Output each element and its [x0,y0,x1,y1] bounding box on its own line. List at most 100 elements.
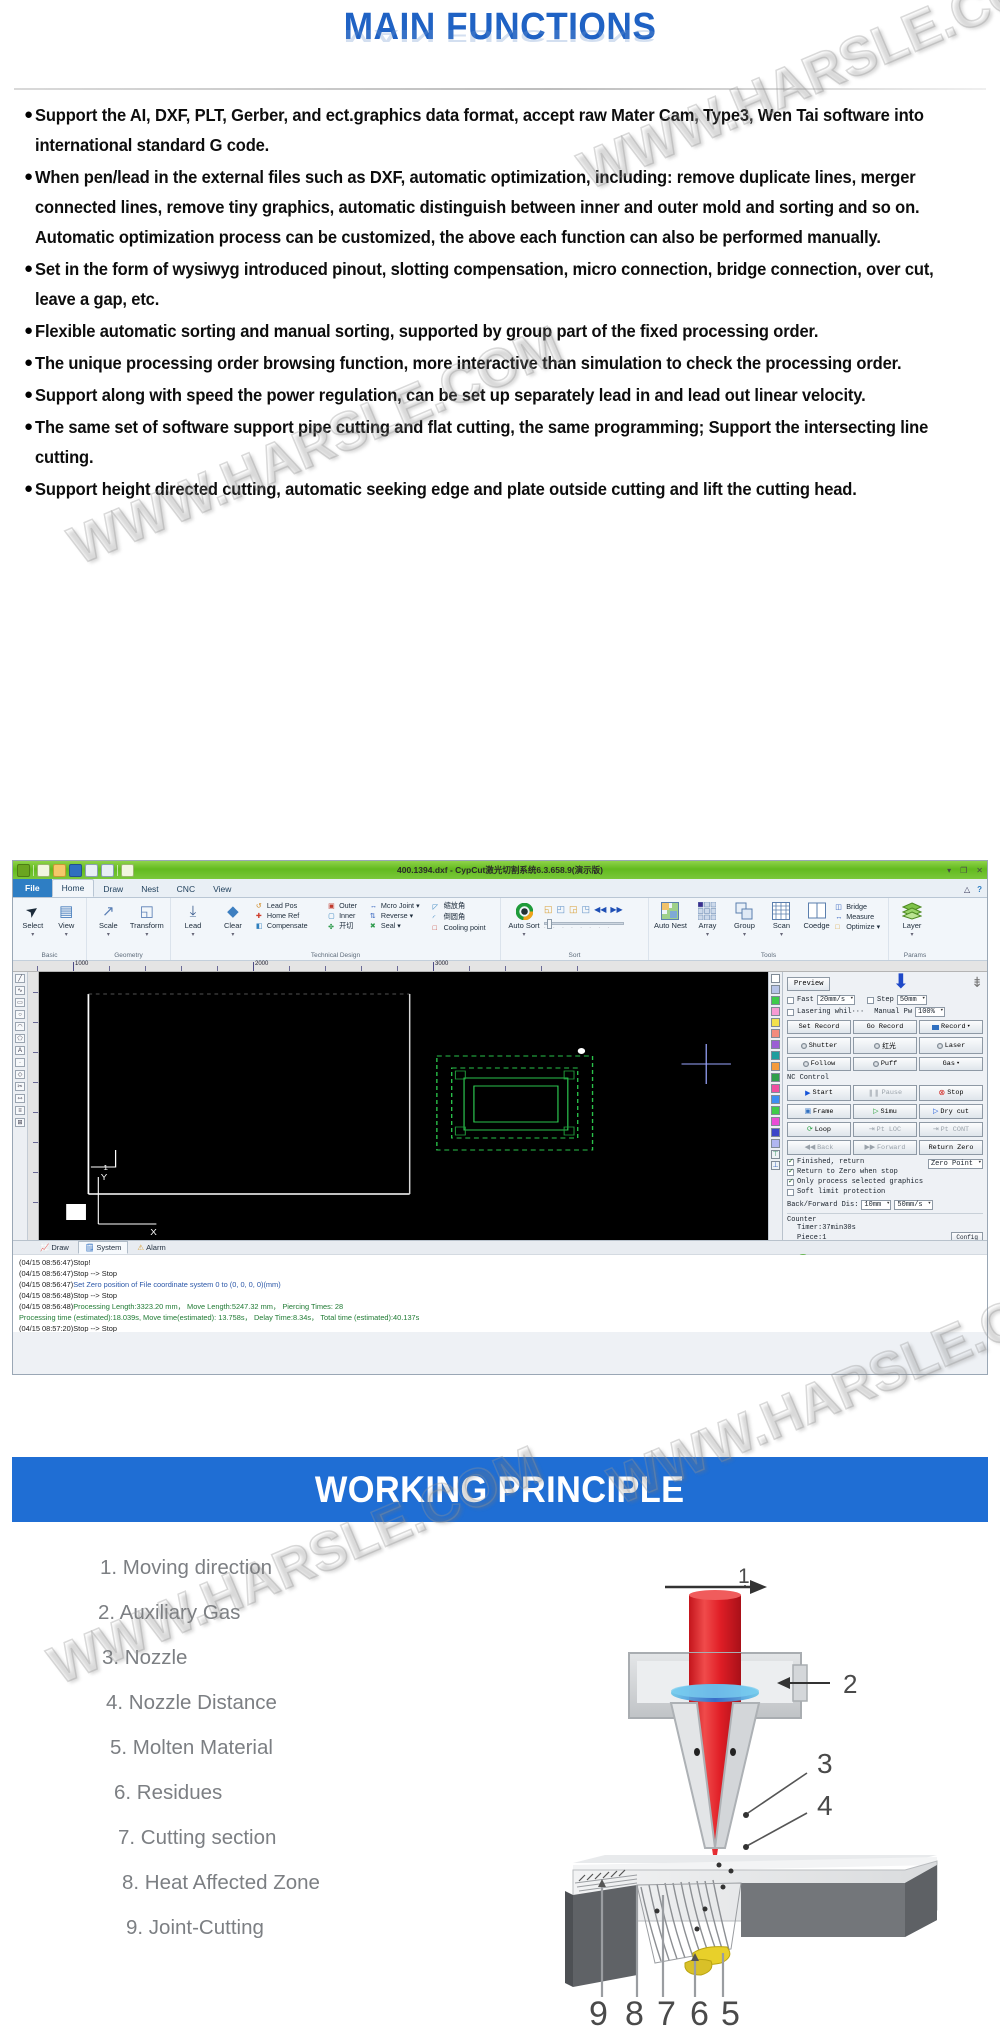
sort-slider[interactable] [544,919,624,929]
layer-swatch[interactable] [771,1062,780,1071]
ribbon-toolbar[interactable]: ➤ Select ▾ ▤ View ▾ Basic ↗ Scale ▾ ◱ Tr… [13,898,987,961]
clear-button[interactable]: ◆ Clear ▾ [214,900,252,938]
frame-button[interactable]: ▣ Frame [787,1104,851,1119]
sort-order-4-icon[interactable]: ◳ [582,904,591,915]
ribbon-tab-bar[interactable]: File Home Draw Nest CNC View △ ? [13,879,987,898]
nc-run-group[interactable]: ▶ Start ❚❚ Pause ⊗ Stop [787,1085,983,1101]
drawing-canvas[interactable]: Y X 1 [39,972,768,1240]
cnc-control-panel[interactable]: Preview ⬇ ⇟ Fast 20mm/s Step 50mm Laseri… [782,972,987,1255]
scale-button[interactable]: ↗ Scale ▾ [90,900,127,938]
only-selected-checkbox[interactable] [787,1177,794,1186]
mirror-tool-icon[interactable]: ⇿ [15,1094,25,1103]
next-icon[interactable]: ▶▶ [610,905,622,914]
chevron-down-icon[interactable]: ▾ [416,901,420,910]
maximize-icon[interactable]: ❐ [960,866,967,875]
nc-mode-group[interactable]: ▣ Frame ▷ Simu ▷ Dry cut [787,1104,983,1119]
minimize-icon[interactable]: ▾ [947,866,951,875]
cypcut-application-window[interactable]: 400.1394.dxf - CypCut激光切割系统6.3.658.9(演示版… [12,860,988,1375]
set-record-button[interactable]: Set Record [787,1020,851,1034]
chevron-down-icon[interactable]: ▼ [957,1062,959,1066]
return-zero-button[interactable]: Return Zero [919,1140,983,1155]
scale-corner-button[interactable]: ◸ 缩放角 [431,901,497,911]
select-button[interactable]: ➤ Select ▾ [16,900,50,938]
collapse-ribbon-icon[interactable]: △ [964,885,970,894]
circle-tool-icon[interactable]: ○ [15,1010,25,1019]
auto-nest-button[interactable]: Auto Nest [652,900,689,931]
tab-cnc[interactable]: CNC [168,881,204,897]
prev-icon[interactable]: ◀◀ [594,905,606,914]
inner-button[interactable]: ▢ Inner [326,911,366,920]
chevron-down-icon[interactable]: ▾ [522,931,525,938]
coedge-button[interactable]: Coedge [800,900,833,931]
layer-swatch[interactable] [771,1040,780,1049]
option-row[interactable]: Return to Zero when stop [787,1167,923,1176]
simu-button[interactable]: ▷ Simu [853,1104,917,1119]
seal-button[interactable]: ✖ Seal ▾ [368,921,429,930]
record-button-group[interactable]: Set Record Go Record Record ▼ [787,1020,983,1034]
layer-swatch[interactable] [771,996,780,1005]
down-arrow-icon[interactable]: ⬇ [892,973,909,993]
new-file-icon[interactable] [37,863,50,877]
layer-swatch[interactable] [771,974,780,983]
undo-icon[interactable] [85,863,98,877]
open-folder-icon[interactable] [53,863,66,877]
lasering-while-checkbox[interactable] [787,1008,794,1016]
chevron-down-icon[interactable]: ▾ [65,931,68,938]
customize-qat-icon[interactable] [121,863,134,877]
drawing-toolbar[interactable]: ╱ ∿ ▭ ○ ◠ ⬠ A · ◇ ✂ ⇿ ≡ ⊞ [13,972,28,1240]
layer-swatch[interactable] [771,1007,780,1016]
laser-button-group[interactable]: Shutter 红光 Laser [787,1037,983,1054]
sort-order-3-icon[interactable]: ◲ [569,904,578,915]
step-checkbox[interactable] [867,996,875,1004]
preview-button[interactable]: Preview [787,976,831,991]
red-light-button[interactable]: 红光 [853,1037,917,1054]
back-forward-speed-select[interactable]: 50mm/s [894,1200,933,1210]
tab-alarm-log[interactable]: ⚠ Alarm [130,1241,172,1254]
fast-row[interactable]: Fast 20mm/s Step 50mm [787,995,983,1005]
reverse-button[interactable]: ⇅ Reverse ▾ [368,911,429,920]
pt-cont-button[interactable]: ⇥ Pt CONT [919,1122,983,1137]
chevron-down-icon[interactable]: ▾ [397,921,401,930]
rect-tool-icon[interactable]: ▭ [15,998,25,1007]
nc-move-group[interactable]: ◀◀ Back ▶▶ Forward Return Zero [787,1140,983,1155]
arc-tool-icon[interactable]: ◠ [15,1022,25,1031]
layer-swatch[interactable] [771,1139,780,1148]
layer-swatch[interactable] [771,1095,780,1104]
layer-swatch[interactable] [771,1018,780,1027]
chevron-down-icon[interactable]: ▾ [910,931,913,938]
start-button[interactable]: ▶ Start [787,1085,851,1101]
layer-swatch[interactable] [771,1029,780,1038]
layer-swatch[interactable] [771,1051,780,1060]
puff-button[interactable]: Puff [853,1057,917,1071]
back-forward-distance-select[interactable]: 10mm [861,1200,892,1210]
sort-order-1-icon[interactable]: ◱ [544,904,553,915]
chevron-down-icon[interactable]: ▾ [145,931,148,938]
loop-button[interactable]: ⟳ Loop [787,1122,851,1137]
bottom-tab-bar[interactable]: 📈 Draw 🗒 System ⚠ Alarm [13,1240,987,1254]
chevron-down-icon[interactable]: ▾ [743,931,746,938]
chevron-down-icon[interactable]: ▾ [107,931,110,938]
chevron-down-icon[interactable]: ▾ [31,931,34,938]
cutting-head-icon[interactable]: ⇟ [971,975,983,992]
chevron-down-icon[interactable]: ▾ [231,931,234,938]
quick-access-toolbar[interactable] [13,863,134,877]
dry-cut-button[interactable]: ▷ Dry cut [919,1104,983,1119]
array-button[interactable]: Array ▾ [689,900,726,938]
tab-home[interactable]: Home [51,879,95,897]
group-button[interactable]: Group ▾ [726,900,763,938]
gas-button-group[interactable]: Follow Puff Gas ▼ [787,1057,983,1071]
tab-draw[interactable]: Draw [94,881,132,897]
system-log-panel[interactable]: (04/15 08:56:47)Stop! (04/15 08:56:47)St… [13,1254,987,1332]
trim-tool-icon[interactable]: ✂ [15,1082,25,1091]
back-forward-row[interactable]: Back/Forward Dis: 10mm 50mm/s [787,1200,983,1210]
fast-checkbox[interactable] [787,996,794,1004]
go-record-button[interactable]: Go Record [853,1020,917,1034]
auto-sort-button[interactable]: Auto Sort ▾ [504,900,544,938]
sort-order-2-icon[interactable]: ◰ [557,904,566,915]
tab-view[interactable]: View [204,881,240,897]
layer-swatch[interactable] [771,1117,780,1126]
outer-button[interactable]: ▣ Outer [326,901,366,910]
follow-button[interactable]: Follow [787,1057,851,1071]
tab-system-log[interactable]: 🗒 System [77,1241,129,1254]
bridge-button[interactable]: ◫ Bridge [833,902,885,911]
